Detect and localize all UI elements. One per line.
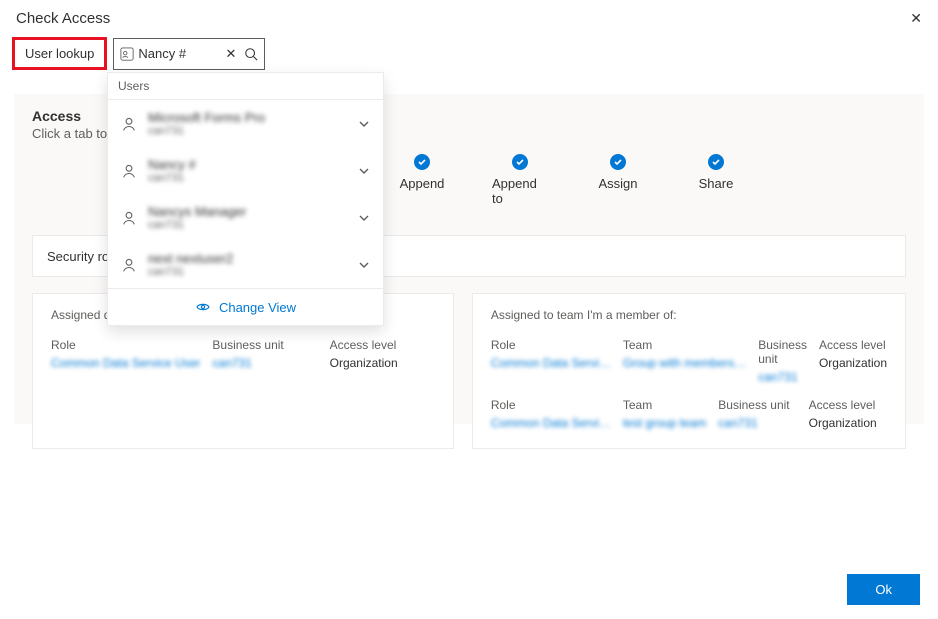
card-assigned-team: Assigned to team I'm a member of: Role C…: [472, 293, 906, 449]
chevron-down-icon[interactable]: [357, 117, 371, 131]
dropdown-item[interactable]: Microsoft Forms Procan731: [108, 100, 383, 147]
perm-label: Share: [699, 176, 734, 191]
access-value: Organization: [819, 356, 887, 370]
dropdown-item[interactable]: Nancys Managercan731: [108, 194, 383, 241]
close-button[interactable]: ✕: [910, 10, 922, 27]
team-link[interactable]: test group team: [623, 416, 706, 430]
dropdown-item[interactable]: Nancy #can731: [108, 147, 383, 194]
col-header-bu: Business unit: [718, 398, 796, 412]
perm-assign: Assign: [590, 154, 646, 191]
role-link[interactable]: Common Data Servi…: [491, 356, 611, 370]
perm-append-to: Append to: [492, 154, 548, 206]
search-icon[interactable]: [244, 47, 258, 61]
tab-security-roles[interactable]: Security rol: [47, 249, 112, 264]
item-sub: can731: [148, 172, 347, 184]
check-icon: [610, 154, 626, 170]
check-icon: [512, 154, 528, 170]
search-value: Nancy #: [138, 46, 217, 61]
col-header-role: Role: [491, 338, 611, 352]
person-icon: [120, 162, 138, 180]
team-link[interactable]: Group with members…: [623, 356, 746, 370]
eye-icon: [195, 299, 211, 315]
col-header-role: Role: [51, 338, 200, 352]
chevron-down-icon[interactable]: [357, 164, 371, 178]
col-header-bu: Business unit: [212, 338, 317, 352]
col-header-role: Role: [491, 398, 611, 412]
clear-search-icon[interactable]: ✕: [221, 46, 240, 62]
user-lookup-label: User lookup: [12, 37, 107, 70]
chevron-down-icon[interactable]: [357, 211, 371, 225]
card-title: Assigned to team I'm a member of:: [491, 308, 887, 322]
dropdown-header: Users: [108, 73, 383, 100]
item-sub: can731: [148, 266, 347, 278]
check-icon: [414, 154, 430, 170]
ok-button[interactable]: Ok: [847, 574, 920, 605]
access-value: Organization: [330, 356, 435, 370]
bu-link[interactable]: can731: [212, 356, 317, 370]
col-header-access: Access level: [819, 338, 887, 352]
change-view-label: Change View: [219, 300, 296, 315]
dropdown-list[interactable]: Microsoft Forms Procan731 Nancy #can731 …: [108, 100, 383, 288]
user-dropdown: Users Microsoft Forms Procan731 Nancy #c…: [107, 72, 384, 326]
col-header-team: Team: [623, 398, 706, 412]
col-header-team: Team: [623, 338, 746, 352]
change-view-button[interactable]: Change View: [108, 288, 383, 325]
perm-label: Append: [400, 176, 445, 191]
user-search-input[interactable]: Nancy # ✕: [113, 38, 265, 70]
bu-link[interactable]: can731: [718, 416, 796, 430]
person-icon: [120, 115, 138, 133]
item-sub: can731: [148, 125, 347, 137]
perm-label: Append to: [492, 176, 548, 206]
item-name: Microsoft Forms Pro: [148, 110, 347, 125]
col-header-access: Access level: [330, 338, 435, 352]
role-link[interactable]: Common Data Servi…: [491, 416, 611, 430]
perm-share: Share: [688, 154, 744, 191]
perm-label: Assign: [598, 176, 637, 191]
dropdown-item[interactable]: next nextuser2can731: [108, 241, 383, 288]
person-icon: [120, 256, 138, 274]
check-icon: [708, 154, 724, 170]
dialog-title: Check Access: [16, 10, 922, 27]
col-header-bu: Business unit: [758, 338, 807, 366]
role-link[interactable]: Common Data Service User: [51, 356, 200, 370]
col-header-access: Access level: [809, 398, 887, 412]
item-sub: can731: [148, 219, 347, 231]
person-card-icon: [120, 47, 134, 61]
bu-link[interactable]: can731: [758, 370, 807, 384]
item-name: Nancys Manager: [148, 204, 347, 219]
access-value: Organization: [809, 416, 887, 430]
item-name: Nancy #: [148, 157, 347, 172]
person-icon: [120, 209, 138, 227]
perm-append: Append: [394, 154, 450, 191]
item-name: next nextuser2: [148, 251, 347, 266]
lookup-row: User lookup Nancy # ✕: [0, 37, 938, 70]
chevron-down-icon[interactable]: [357, 258, 371, 272]
